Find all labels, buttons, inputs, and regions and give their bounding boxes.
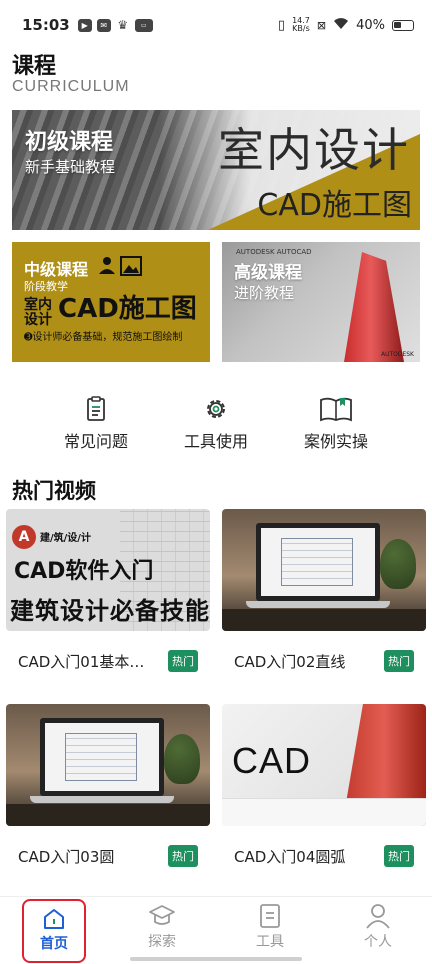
bottom-navigation: 首页 探索 工具 个人 <box>0 896 432 964</box>
thumbnail-title: CAD <box>232 740 312 781</box>
thumbnail-footer-bar <box>222 798 426 826</box>
network-speed-unit: KB/s <box>292 24 310 33</box>
autodesk-brand: AUTODESK <box>380 351 414 358</box>
video-title: CAD入门03圆 <box>18 847 115 866</box>
video-title: CAD入门02直线 <box>234 652 346 671</box>
quick-link-faq[interactable]: 常见问题 <box>60 396 132 452</box>
network-speed: 14.7 KB/s <box>292 17 310 33</box>
plant-image <box>380 539 416 589</box>
banner-side-text: 室内设计 <box>24 297 52 328</box>
video-card-footer: CAD入门01基本… 热门 <box>6 650 210 672</box>
laptop-image <box>40 718 164 796</box>
autodesk-logo: AUTODESK AUTOCAD <box>236 248 312 256</box>
video-thumbnail <box>222 509 426 631</box>
laptop-base <box>30 796 174 803</box>
status-indicators: ▯ 14.7 KB/s ⊠ 40% <box>278 17 414 34</box>
banner-big-subtitle: CAD施工图 <box>257 188 412 223</box>
nav-label: 首页 <box>40 936 68 952</box>
nav-label: 个人 <box>364 934 392 950</box>
clipboard-icon <box>87 396 105 421</box>
play-icon: ▶ <box>77 18 92 32</box>
nav-item-home[interactable]: 首页 <box>22 899 86 963</box>
thumbnail-table <box>222 609 426 631</box>
graduation-cap-icon <box>149 905 175 925</box>
banner-big-title: 室内设计 <box>218 123 410 177</box>
video-card-footer: CAD入门02直线 热门 <box>222 650 426 672</box>
plant-image <box>164 734 200 784</box>
banner-level-label: 高级课程 <box>234 263 302 283</box>
video-thumbnail: CAD <box>222 704 426 826</box>
nav-label: 探索 <box>148 934 176 950</box>
hot-badge: 热门 <box>384 845 414 867</box>
banner-intermediate-course[interactable]: 中级课程 阶段教学 室内设计 CAD施工图 ➌设计师必备基础，规范施工图绘制 <box>12 242 210 362</box>
system-home-indicator[interactable] <box>130 957 302 961</box>
video-card[interactable]: CAD入门02直线 热门 <box>222 509 426 672</box>
person-icon <box>99 257 115 274</box>
nav-item-profile[interactable]: 个人 <box>338 903 418 951</box>
document-icon <box>260 904 280 928</box>
thumbnail-tag: 建/筑/设/计 <box>40 533 91 544</box>
page-subtitle: CURRICULUM <box>12 78 130 95</box>
mail-icon: ✉ <box>96 18 111 32</box>
wifi-icon <box>333 17 349 34</box>
laptop-base <box>246 601 390 608</box>
thumbnail-title: CAD软件入门 <box>14 559 154 584</box>
quick-link-label: 工具使用 <box>183 432 248 451</box>
video-title: CAD入门01基本… <box>18 652 145 671</box>
banner-level-label: 初级课程 <box>25 130 114 155</box>
nav-item-tools[interactable]: 工具 <box>230 903 310 951</box>
vibrate-icon: ▯ <box>277 17 286 33</box>
banner-advanced-course[interactable]: AUTODESK AUTOCAD 高级课程 进阶教程 AUTODESK <box>222 242 420 362</box>
thumbnail-logo: A <box>12 525 36 549</box>
laptop-image <box>256 523 380 601</box>
banner-level-label: 中级课程 <box>24 260 89 279</box>
battery-percent: 40% <box>356 17 385 33</box>
crown-icon: ♛ <box>115 18 130 32</box>
sim-off-icon: ⊠ <box>316 18 327 32</box>
quick-link-label: 常见问题 <box>63 432 128 451</box>
video-card-footer: CAD入门04圆弧 热门 <box>222 845 426 867</box>
video-title: CAD入门04圆弧 <box>234 847 346 866</box>
book-icon <box>320 397 352 422</box>
banner-beginner-course[interactable]: 初级课程 新手基础教程 室内设计 CAD施工图 <box>12 110 420 230</box>
video-card-footer: CAD入门03圆 热门 <box>6 845 210 867</box>
hot-badge: 热门 <box>168 650 198 672</box>
thumbnail-table <box>6 804 210 826</box>
hot-badge: 热门 <box>168 845 198 867</box>
status-bar: 15:03 ▶ ✉ ♛ ▭ ▯ 14.7 KB/s ⊠ 40% <box>0 0 432 50</box>
video-card[interactable]: A 建/筑/设/计 CAD软件入门 建筑设计必备技能 CAD入门01基本… 热门 <box>6 509 210 672</box>
status-app-icons: ▶ ✉ ♛ ▭ <box>77 18 153 32</box>
gear-icon <box>207 400 225 418</box>
quick-link-cases[interactable]: 案例实操 <box>300 396 372 452</box>
quick-link-label: 案例实操 <box>303 432 368 451</box>
banner-tower-image <box>344 252 404 362</box>
video-thumbnail: A 建/筑/设/计 CAD软件入门 建筑设计必备技能 <box>6 509 210 631</box>
app-icon: ▭ <box>134 18 153 32</box>
banner-big-title: CAD施工图 <box>58 294 197 324</box>
thumbnail-subtitle: 建筑设计必备技能 <box>10 597 210 625</box>
banner-desc: 进阶教程 <box>234 284 295 302</box>
status-time: 15:03 <box>22 16 70 34</box>
hot-badge: 热门 <box>384 650 414 672</box>
page-title: 课程 <box>12 54 57 79</box>
nav-item-explore[interactable]: 探索 <box>122 903 202 951</box>
nav-label: 工具 <box>256 934 284 950</box>
video-card[interactable]: CAD CAD入门04圆弧 热门 <box>222 704 426 867</box>
image-icon <box>120 256 142 276</box>
battery-icon <box>392 19 414 31</box>
home-icon <box>44 909 64 929</box>
video-thumbnail <box>6 704 210 826</box>
banner-desc: 新手基础教程 <box>25 158 116 176</box>
video-card[interactable]: CAD入门03圆 热门 <box>6 704 210 867</box>
banner-note: ➌设计师必备基础，规范施工图绘制 <box>24 332 183 343</box>
quick-link-tools[interactable]: 工具使用 <box>180 396 252 452</box>
section-title-hot-videos: 热门视频 <box>12 479 96 503</box>
person-icon <box>366 904 390 929</box>
